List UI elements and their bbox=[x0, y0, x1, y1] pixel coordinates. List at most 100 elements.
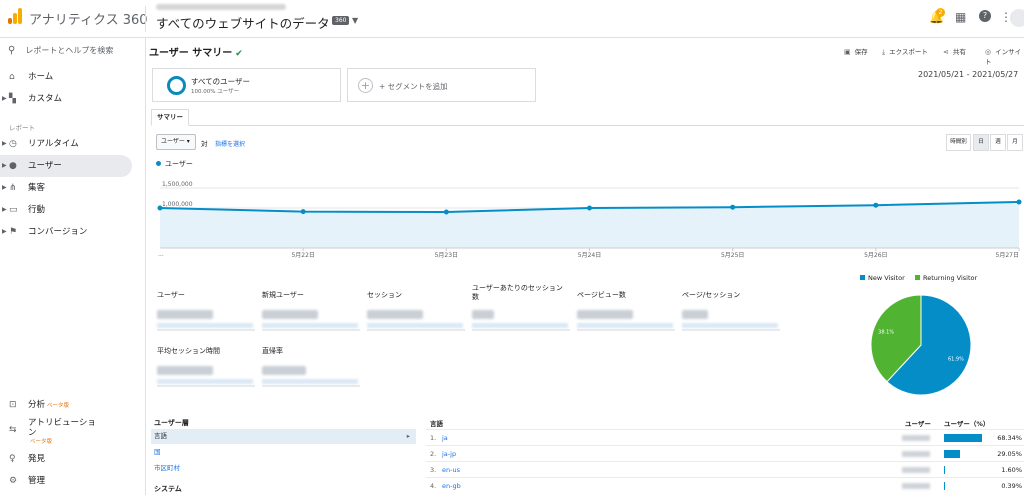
search-box[interactable]: ⚲ レポートとヘルプを検索 bbox=[8, 45, 113, 56]
user-count bbox=[902, 451, 930, 457]
lightbulb-icon: ♀ bbox=[9, 454, 16, 464]
expand-arrow-icon: ▶ bbox=[2, 95, 7, 102]
date-range-picker[interactable]: 2021/05/21 - 2021/05/27 bbox=[918, 70, 1018, 79]
expand-arrow-icon: ▶ bbox=[2, 162, 7, 169]
sparkline bbox=[157, 323, 253, 328]
pie-legend-new: New Visitor bbox=[860, 274, 905, 282]
legend-label: ユーザー bbox=[165, 160, 193, 168]
share-pct: 68.34% bbox=[997, 434, 1022, 442]
granularity-month[interactable]: 月 bbox=[1007, 134, 1023, 151]
save-button[interactable]: ▣ 保存 bbox=[844, 46, 868, 56]
sidebar-item-acquisition[interactable]: ▶ ⋔ 集客 bbox=[0, 177, 132, 199]
account-path[interactable] bbox=[156, 4, 286, 10]
metric-card-bounce-rate[interactable]: 直帰率 bbox=[262, 347, 360, 387]
granularity-hourly[interactable]: 時間別 bbox=[946, 134, 971, 151]
sparkline bbox=[367, 323, 463, 328]
sparkline bbox=[682, 323, 778, 328]
legend-dot bbox=[156, 161, 161, 166]
share-pct: 29.05% bbox=[997, 450, 1022, 458]
pie-legend-label: Returning Visitor bbox=[923, 274, 978, 282]
language-link[interactable]: en-gb bbox=[442, 478, 461, 494]
sidebar-item-label: 分析 bbox=[28, 400, 46, 410]
compare-metric-link[interactable]: 指標を選択 bbox=[215, 139, 245, 148]
share-pct: 0.39% bbox=[1001, 482, 1022, 490]
sidebar-item-admin[interactable]: ⚙ 管理 bbox=[0, 470, 132, 492]
language-link[interactable]: en-us bbox=[442, 462, 460, 478]
list-item-country[interactable]: 国 bbox=[151, 445, 416, 460]
share-pct: 1.60% bbox=[1001, 466, 1022, 474]
segment-sub: 100.00% ユーザー bbox=[191, 89, 240, 95]
search-placeholder: レポートとヘルプを検索 bbox=[25, 46, 114, 55]
help-icon[interactable]: ? bbox=[979, 10, 991, 22]
granularity-day[interactable]: 日 bbox=[973, 134, 989, 151]
sidebar-item-audience[interactable]: ▶ ● ユーザー bbox=[0, 155, 132, 177]
sidebar-item-home[interactable]: ⌂ ホーム bbox=[0, 66, 132, 88]
share-bar bbox=[944, 450, 960, 458]
list-item-label: 言語 bbox=[154, 432, 167, 440]
metric-card-sessions[interactable]: セッション bbox=[367, 291, 465, 331]
metric-value bbox=[157, 310, 213, 319]
table-row: 1. ja 68.34% bbox=[426, 429, 1024, 445]
sidebar-item-label: アトリビューション bbox=[28, 418, 96, 438]
segment-all-users[interactable]: すべてのユーザー 100.00% ユーザー bbox=[152, 68, 341, 102]
x-tick-label: 5月23日 bbox=[435, 252, 458, 259]
property-name[interactable]: すべてのウェブサイトのデータ bbox=[156, 13, 330, 32]
metric-select[interactable]: ユーザー ▾ bbox=[156, 134, 196, 150]
metric-label: ユーザー bbox=[157, 291, 185, 299]
metric-card-avg-session-duration[interactable]: 平均セッション時間 bbox=[157, 347, 255, 387]
page-title-text: ユーザー サマリー bbox=[149, 48, 233, 59]
export-label: エクスポート bbox=[889, 48, 928, 56]
insights-button[interactable]: ◎ インサイト bbox=[985, 46, 1024, 66]
metric-card-sessions-per-user[interactable]: ユーザーあたりのセッション数 bbox=[472, 284, 570, 331]
sparkline bbox=[262, 323, 358, 328]
row-number: 2. bbox=[430, 450, 437, 458]
sidebar-item-conversions[interactable]: ▶ ⚑ コンバージョン bbox=[0, 221, 132, 243]
beta-badge: ベータ版 bbox=[47, 403, 70, 409]
metric-card-new-users[interactable]: 新規ユーザー bbox=[262, 291, 360, 331]
list-item-language[interactable]: 言語 ▸ bbox=[151, 429, 416, 444]
dashboard-icon: ▚ bbox=[9, 94, 16, 104]
sidebar-item-discover[interactable]: ♀ 発見 bbox=[0, 448, 132, 470]
row-number: 4. bbox=[430, 482, 437, 490]
main-content: ユーザー サマリー ✔ ▣ 保存 ⤓ エクスポート ⋖ 共有 ◎ インサイト すべてのユー… bbox=[147, 38, 1024, 495]
data-point bbox=[300, 209, 306, 215]
export-button[interactable]: ⤓ エクスポート bbox=[882, 46, 928, 57]
metric-select-value: ユーザー bbox=[161, 138, 185, 145]
data-point bbox=[1016, 199, 1022, 205]
data-point bbox=[873, 202, 879, 208]
metric-card-users[interactable]: ユーザー bbox=[157, 291, 255, 331]
sidebar-item-attribution[interactable]: ⇆ アトリビューション ベータ版 bbox=[0, 416, 132, 445]
sidebar-item-behavior[interactable]: ▶ ▭ 行動 bbox=[0, 199, 132, 221]
attribution-icon: ⇆ bbox=[9, 425, 17, 435]
export-icon: ⤓ bbox=[882, 48, 886, 56]
sidebar-item-realtime[interactable]: ▶ ◷ リアルタイム bbox=[0, 133, 132, 155]
metric-card-pages-per-session[interactable]: ページ/セッション bbox=[682, 291, 780, 331]
chevron-down-icon[interactable]: ▼ bbox=[352, 16, 358, 25]
list-item-city[interactable]: 市区町村 bbox=[151, 461, 416, 476]
x-tick-label: 5月26日 bbox=[864, 252, 887, 259]
sidebar-item-custom[interactable]: ▶ ▚ カスタム bbox=[0, 88, 132, 110]
divider bbox=[145, 6, 146, 32]
x-tick-label: 5月22日 bbox=[291, 252, 314, 259]
users-line-chart: 1,500,0001,000,000500,0005月22日5月23日5月24日… bbox=[157, 181, 1022, 259]
apps-grid-icon[interactable]: ▦ bbox=[955, 10, 966, 24]
flag-icon: ⚑ bbox=[9, 227, 18, 237]
metric-label: ページビュー数 bbox=[577, 291, 626, 299]
avatar[interactable] bbox=[1010, 9, 1024, 27]
user-count bbox=[902, 435, 930, 441]
sidebar-item-label: 発見 bbox=[28, 454, 46, 464]
analytics-logo-icon[interactable] bbox=[8, 8, 22, 24]
add-segment-button[interactable]: + + セグメントを追加 bbox=[347, 68, 536, 102]
user-count bbox=[902, 483, 930, 489]
metric-value bbox=[262, 310, 318, 319]
share-button[interactable]: ⋖ 共有 bbox=[943, 46, 966, 56]
language-link[interactable]: ja bbox=[442, 430, 448, 446]
metric-value bbox=[682, 310, 708, 319]
sidebar-item-analysis[interactable]: ⊡ 分析 ベータ版 bbox=[0, 394, 132, 416]
tab-summary[interactable]: サマリー bbox=[151, 109, 189, 126]
metric-label: 新規ユーザー bbox=[262, 291, 304, 299]
granularity-week[interactable]: 週 bbox=[990, 134, 1006, 151]
pie-slice-label: 38.1% bbox=[878, 329, 894, 335]
metric-card-pageviews[interactable]: ページビュー数 bbox=[577, 291, 675, 331]
language-link[interactable]: ja-jp bbox=[442, 446, 456, 462]
